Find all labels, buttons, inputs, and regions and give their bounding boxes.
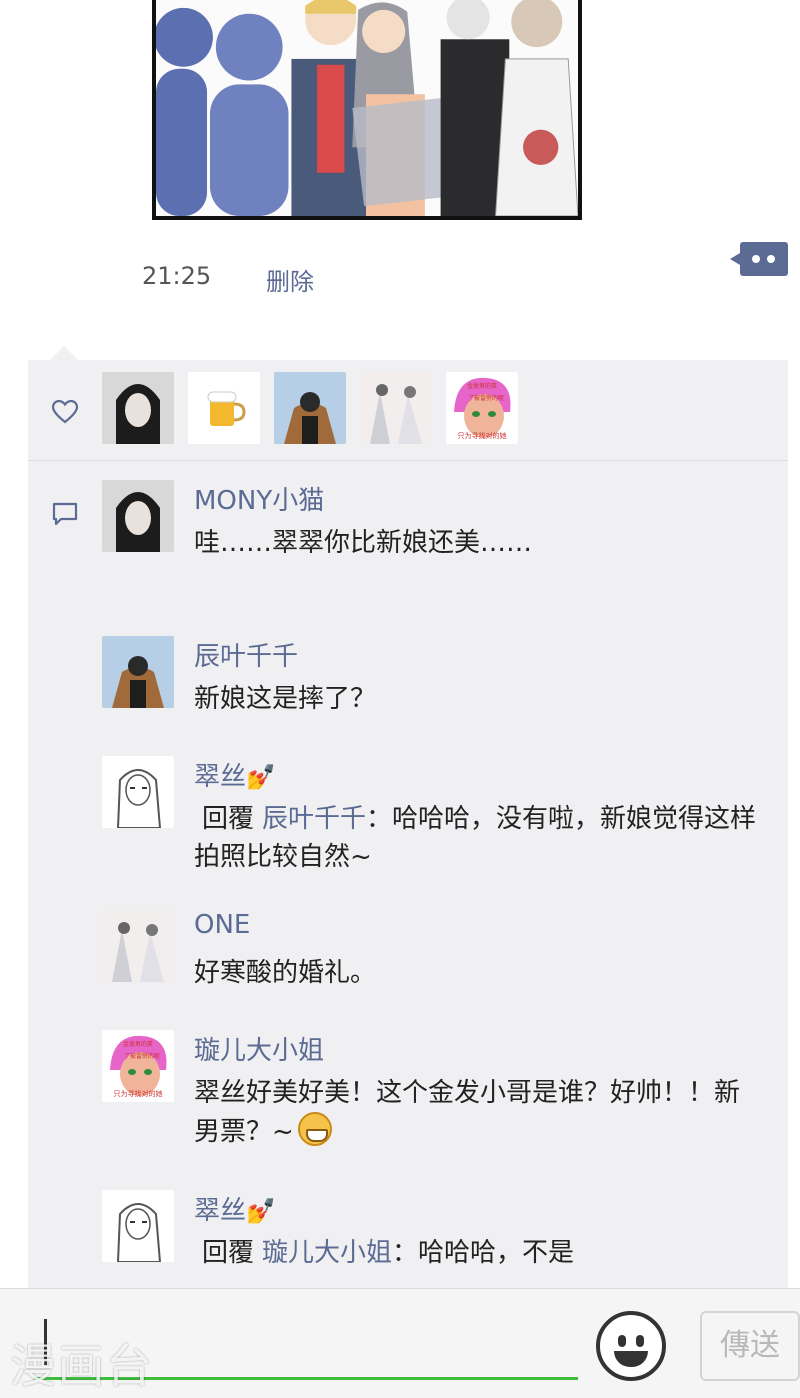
svg-text:只为寻找对的她: 只为寻找对的她 <box>458 431 507 440</box>
emoji-eye-icon <box>618 1335 626 1347</box>
comment-icon <box>52 502 78 526</box>
send-button[interactable]: 傳送 <box>700 1311 800 1381</box>
commenter-name[interactable]: 翠丝💅 <box>194 1190 276 1227</box>
commenter-name[interactable]: 辰叶千千 <box>194 636 298 673</box>
delete-link[interactable]: 删除 <box>266 262 314 297</box>
svg-text:金发男的笑: 金发男的笑 <box>467 382 497 390</box>
commenter-name[interactable]: ONE <box>194 910 250 940</box>
heart-icon <box>52 400 78 424</box>
reply-label: 回覆 <box>202 804 255 834</box>
post-meta-row: 21:25 删除 <box>0 248 800 308</box>
commenter-avatar[interactable] <box>102 1190 174 1262</box>
commenter-avatar[interactable] <box>102 480 174 552</box>
comment-text: 回覆 璇儿大小姐：哈哈哈，不是 <box>194 1234 764 1272</box>
svg-text:金发男的笑: 金发男的笑 <box>123 1040 153 1048</box>
panel-notch <box>50 346 78 360</box>
nail-polish-icon: 💅 <box>246 1197 276 1225</box>
commenter-avatar[interactable]: 金发男的笑了被雷劈的呢只为寻找对的她 <box>102 1030 174 1102</box>
more-dot-icon <box>752 255 760 263</box>
svg-text:只为寻找对的她: 只为寻找对的她 <box>114 1089 163 1098</box>
emoji-mouth-icon <box>614 1351 648 1367</box>
like-avatar-winter-coat[interactable] <box>274 372 346 444</box>
comment-more-button[interactable] <box>730 242 788 276</box>
svg-text:了被雷劈的呢: 了被雷劈的呢 <box>468 394 504 402</box>
reply-target-name[interactable]: 辰叶千千 <box>262 804 366 834</box>
comment-text: 新娘这是摔了？ <box>194 684 377 714</box>
comment-text: 回覆 辰叶千千：哈哈哈，没有啦，新娘觉得这样拍照比较自然~ <box>194 800 764 876</box>
post-time: 21:25 <box>142 262 212 290</box>
commenter-name[interactable]: 翠丝💅 <box>194 756 276 793</box>
like-avatar-pink-hair[interactable]: 金发男的笑了被雷劈的呢只为寻找对的她 <box>446 372 518 444</box>
commenter-name[interactable]: MONY小猫 <box>194 480 324 517</box>
comment-text: 好寒酸的婚礼。 <box>194 958 377 988</box>
nail-polish-icon: 💅 <box>246 763 276 791</box>
watermark-logo: 漫画台 <box>10 1339 154 1393</box>
reply-text: ：哈哈哈，不是 <box>392 1238 575 1268</box>
grinning-face-icon <box>297 1112 332 1146</box>
more-dot-icon <box>767 255 775 263</box>
reply-target-name[interactable]: 璇儿大小姐 <box>262 1238 392 1268</box>
likes-avatar-list: 金发男的笑了被雷劈的呢只为寻找对的她 <box>102 372 518 444</box>
likes-divider <box>28 460 788 461</box>
emoji-button[interactable] <box>596 1311 666 1381</box>
like-avatar-anime-couple[interactable] <box>360 372 432 444</box>
like-avatar-beer[interactable] <box>188 372 260 444</box>
commenter-avatar[interactable] <box>102 636 174 708</box>
like-avatar-dark-hair[interactable] <box>102 372 174 444</box>
commenter-avatar[interactable] <box>102 910 174 982</box>
comment-text: 翠丝好美好美！这个金发小哥是谁？好帅！！新男票？~ <box>194 1078 741 1147</box>
comment-text: 哇……翠翠你比新娘还美…… <box>194 528 533 558</box>
commenter-avatar[interactable] <box>102 756 174 828</box>
svg-text:了被雷劈的呢: 了被雷劈的呢 <box>124 1052 160 1060</box>
post-image-comic[interactable] <box>152 0 582 220</box>
emoji-eye-icon <box>636 1335 644 1347</box>
reply-label: 回覆 <box>202 1238 255 1268</box>
commenter-name[interactable]: 璇儿大小姐 <box>194 1030 324 1067</box>
